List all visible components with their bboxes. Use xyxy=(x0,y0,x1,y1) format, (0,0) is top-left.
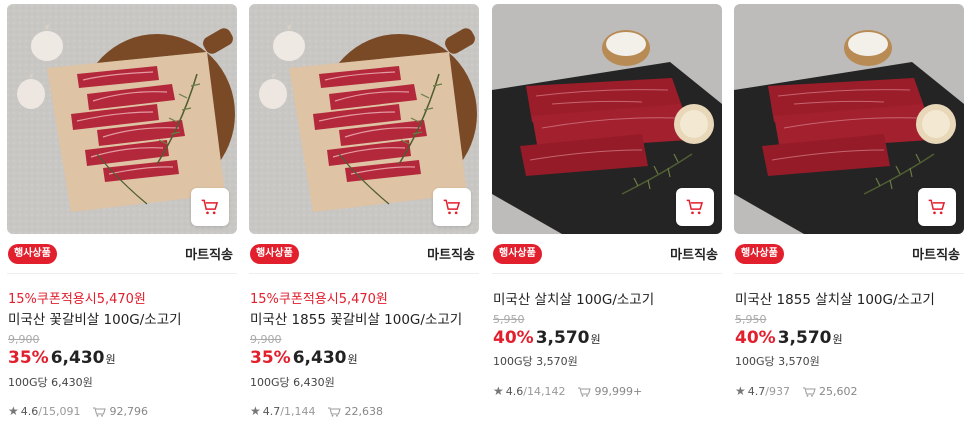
product-title[interactable]: 미국산 살치살 100G/소고기 xyxy=(493,288,654,308)
discount-rate: 40% xyxy=(735,328,776,348)
product-card[interactable]: 행사상품 마트직송 미국산 1855 살치살 100G/소고기 5,950 40… xyxy=(734,4,964,430)
unit-price: 100G당 3,570원 xyxy=(493,355,578,368)
review-stats: ★ 4.7 /937 25,602 xyxy=(735,384,857,398)
purchase-count: 22,638 xyxy=(344,404,383,418)
purchase-icon xyxy=(577,385,592,397)
product-image[interactable] xyxy=(734,4,964,234)
cart-icon xyxy=(686,199,704,215)
sale-price: 3,570 xyxy=(535,328,590,348)
product-title[interactable]: 미국산 1855 살치살 100G/소고기 xyxy=(735,288,935,308)
price-row: 40% 3,570원 xyxy=(493,328,601,348)
original-price: 5,950 xyxy=(493,313,525,326)
add-to-cart-button[interactable] xyxy=(433,188,471,226)
event-badge: 행사상품 xyxy=(250,244,299,264)
product-image[interactable] xyxy=(7,4,237,234)
currency-label: 원 xyxy=(590,333,601,346)
discount-rate: 40% xyxy=(493,328,534,348)
rating-value: 4.7 xyxy=(747,384,766,398)
review-count: /1,144 xyxy=(280,404,316,418)
tag-row: 행사상품 마트직송 xyxy=(7,234,237,274)
rating-value: 4.6 xyxy=(20,404,39,418)
event-badge: 행사상품 xyxy=(8,244,57,264)
star-icon: ★ xyxy=(8,404,19,418)
tag-row: 행사상품 마트직송 xyxy=(249,234,479,274)
original-price: 5,950 xyxy=(735,313,767,326)
tag-row: 행사상품 마트직송 xyxy=(492,234,722,274)
product-card[interactable]: 행사상품 마트직송 15%쿠폰적용시5,470원 미국산 꽃갈비살 100G/소… xyxy=(7,4,237,430)
add-to-cart-button[interactable] xyxy=(676,188,714,226)
review-count: /937 xyxy=(765,384,790,398)
product-image[interactable] xyxy=(492,4,722,234)
rating-value: 4.6 xyxy=(505,384,524,398)
review-stats: ★ 4.7 /1,144 22,638 xyxy=(250,404,383,418)
price-row: 35% 6,430원 xyxy=(250,348,358,368)
purchase-count: 92,796 xyxy=(109,404,148,418)
original-price: 9,900 xyxy=(250,333,282,346)
discount-rate: 35% xyxy=(8,348,49,368)
star-icon: ★ xyxy=(250,404,261,418)
event-badge: 행사상품 xyxy=(735,244,784,264)
review-stats: ★ 4.6 /14,142 99,999+ xyxy=(493,384,642,398)
star-icon: ★ xyxy=(735,384,746,398)
currency-label: 원 xyxy=(832,333,843,346)
star-icon: ★ xyxy=(493,384,504,398)
rating-value: 4.7 xyxy=(262,404,281,418)
product-title[interactable]: 미국산 1855 꽃갈비살 100G/소고기 xyxy=(250,308,462,328)
purchase-count: 99,999+ xyxy=(594,384,643,398)
review-count: /15,091 xyxy=(38,404,81,418)
cart-icon xyxy=(928,199,946,215)
sale-price: 3,570 xyxy=(777,328,832,348)
product-card[interactable]: 행사상품 마트직송 미국산 살치살 100G/소고기 5,950 40% 3,57… xyxy=(492,4,722,430)
product-card[interactable]: 행사상품 마트직송 15%쿠폰적용시5,470원 미국산 1855 꽃갈비살 1… xyxy=(249,4,479,430)
price-row: 40% 3,570원 xyxy=(735,328,843,348)
purchase-count: 25,602 xyxy=(818,384,858,398)
delivery-label: 마트직송 xyxy=(912,248,960,263)
coupon-text: 15%쿠폰적용시5,470원 xyxy=(8,292,146,307)
product-title[interactable]: 미국산 꽃갈비살 100G/소고기 xyxy=(8,308,182,328)
cart-icon xyxy=(201,199,219,215)
purchase-icon xyxy=(327,405,342,417)
review-count: /14,142 xyxy=(523,384,566,398)
add-to-cart-button[interactable] xyxy=(918,188,956,226)
product-grid: 행사상품 마트직송 15%쿠폰적용시5,470원 미국산 꽃갈비살 100G/소… xyxy=(0,0,971,434)
unit-price: 100G당 6,430원 xyxy=(250,376,335,389)
sale-price: 6,430 xyxy=(292,348,347,368)
product-image[interactable] xyxy=(249,4,479,234)
add-to-cart-button[interactable] xyxy=(191,188,229,226)
original-price: 9,900 xyxy=(8,333,40,346)
review-stats: ★ 4.6 /15,091 92,796 xyxy=(8,404,148,418)
delivery-label: 마트직송 xyxy=(670,248,718,263)
currency-label: 원 xyxy=(347,353,358,366)
unit-price: 100G당 6,430원 xyxy=(8,376,93,389)
purchase-icon xyxy=(92,405,107,417)
cart-icon xyxy=(443,199,461,215)
coupon-text: 15%쿠폰적용시5,470원 xyxy=(250,292,388,307)
event-badge: 행사상품 xyxy=(493,244,542,264)
discount-rate: 35% xyxy=(250,348,291,368)
purchase-icon xyxy=(802,385,816,397)
sale-price: 6,430 xyxy=(50,348,105,368)
delivery-label: 마트직송 xyxy=(185,248,233,263)
unit-price: 100G당 3,570원 xyxy=(735,355,820,368)
price-row: 35% 6,430원 xyxy=(8,348,116,368)
tag-row: 행사상품 마트직송 xyxy=(734,234,964,274)
currency-label: 원 xyxy=(105,353,116,366)
delivery-label: 마트직송 xyxy=(427,248,475,263)
